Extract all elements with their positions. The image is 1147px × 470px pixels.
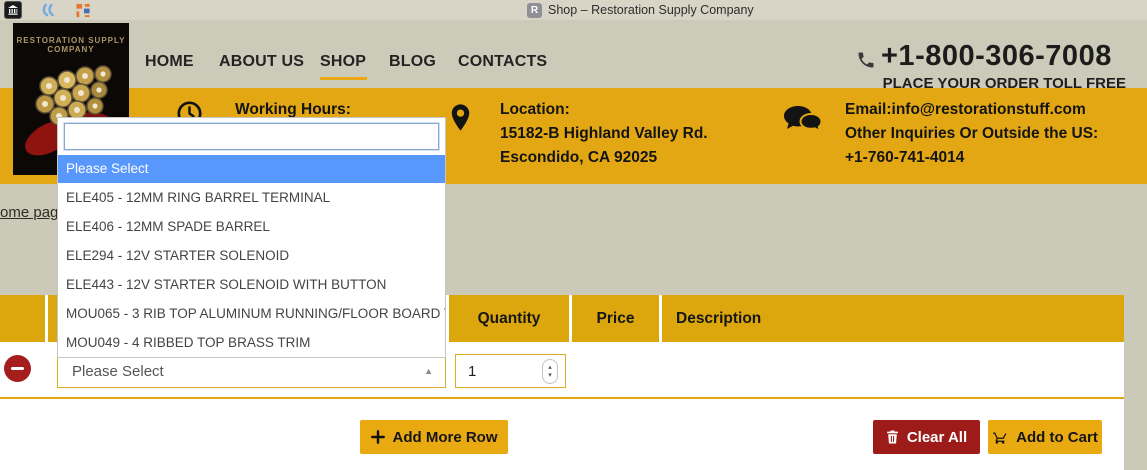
nav-item-blog[interactable]: BLOG [389, 53, 436, 71]
product-select[interactable]: Please Select ▲ [57, 354, 446, 388]
plus-icon [371, 430, 385, 444]
grid-icon [75, 3, 91, 18]
dropdown-option-mou049[interactable]: MOU049 - 4 RIBBED TOP BRASS TRIM [58, 328, 445, 357]
page: R Shop – Restoration Supply Company HOME… [0, 0, 1147, 470]
nav-item-home[interactable]: HOME [145, 53, 194, 71]
dropdown-option-ele443[interactable]: ELE443 - 12V STARTER SOLENOID WITH BUTTO… [58, 270, 445, 299]
location-pin-icon [450, 103, 471, 132]
dropdown-option-ele406[interactable]: ELE406 - 12MM SPADE BARREL [58, 212, 445, 241]
archive-bank-icon[interactable] [4, 1, 22, 19]
bank-icon [7, 4, 19, 16]
trash-icon [886, 430, 899, 444]
email-line[interactable]: Email:info@restorationstuff.com [845, 101, 1086, 119]
clear-all-label: Clear All [907, 429, 967, 446]
other-inquiries-phone[interactable]: +1-760-741-4014 [845, 149, 964, 167]
tab-title: Shop – Restoration Supply Company [548, 3, 754, 17]
chevron-up-icon: ▲ [424, 366, 433, 376]
remove-row-button[interactable] [4, 355, 31, 382]
add-more-row-label: Add More Row [393, 429, 498, 446]
table-bottom-border [0, 397, 1124, 399]
dropdown-search-input[interactable] [64, 123, 439, 150]
add-to-cart-button[interactable]: Add to Cart [988, 420, 1102, 454]
active-nav-underline [320, 77, 367, 80]
product-dropdown: Please Select ELE405 - 12MM RING BARREL … [57, 117, 446, 358]
quantity-stepper[interactable]: ▴ ▾ [542, 359, 558, 384]
phone-icon [856, 50, 876, 70]
logo-text-line2: COMPANY [13, 45, 129, 54]
dropdown-option-ele405[interactable]: ELE405 - 12MM RING BARREL TERMINAL [58, 183, 445, 212]
nav-item-about-us[interactable]: ABOUT US [219, 53, 304, 71]
product-select-value: Please Select [58, 363, 164, 380]
wave-icon [41, 3, 56, 18]
table-header-quantity: Quantity [449, 295, 569, 342]
logo-text-line1: RESTORATION SUPPLY [13, 36, 129, 45]
dropdown-search-wrapper [58, 118, 445, 155]
tab-favicon: R [527, 3, 542, 18]
add-more-row-button[interactable]: Add More Row [360, 420, 508, 454]
quantity-field: ▴ ▾ [455, 354, 566, 388]
dropdown-option-ele294[interactable]: ELE294 - 12V STARTER SOLENOID [58, 241, 445, 270]
site-header: HOME ABOUT US SHOP BLOG CONTACTS +1-800-… [0, 20, 1147, 88]
add-to-cart-label: Add to Cart [1016, 429, 1098, 446]
stepper-down-icon: ▾ [548, 372, 552, 380]
chat-bubbles-icon [782, 104, 824, 136]
toll-free-phone-number[interactable]: +1-800-306-7008 [881, 40, 1112, 73]
location-address-line2: Escondido, CA 92025 [500, 149, 657, 167]
location-address-line1: 15182-B Highland Valley Rd. [500, 125, 708, 143]
dropdown-option-mou065[interactable]: MOU065 - 3 RIB TOP ALUMINUM RUNNING/FLOO… [58, 299, 445, 328]
cart-icon [992, 430, 1008, 445]
clear-all-button[interactable]: Clear All [873, 420, 980, 454]
other-inquiries-label: Other Inquiries Or Outside the US: [845, 125, 1098, 143]
location-label: Location: [500, 101, 570, 119]
browser-tab-bar: R Shop – Restoration Supply Company [0, 0, 1147, 20]
nav-item-contacts[interactable]: CONTACTS [458, 53, 547, 71]
minus-icon [11, 367, 24, 371]
nav-item-shop[interactable]: SHOP [320, 53, 366, 71]
table-header-remove-column [0, 295, 45, 342]
table-header-price: Price [572, 295, 659, 342]
grid-toolbar-icon[interactable] [74, 1, 92, 19]
wave-toolbar-icon[interactable] [39, 1, 57, 19]
dropdown-option-please-select[interactable]: Please Select [58, 155, 445, 183]
stepper-up-icon: ▴ [548, 364, 552, 372]
table-header-description: Description [662, 295, 1124, 342]
